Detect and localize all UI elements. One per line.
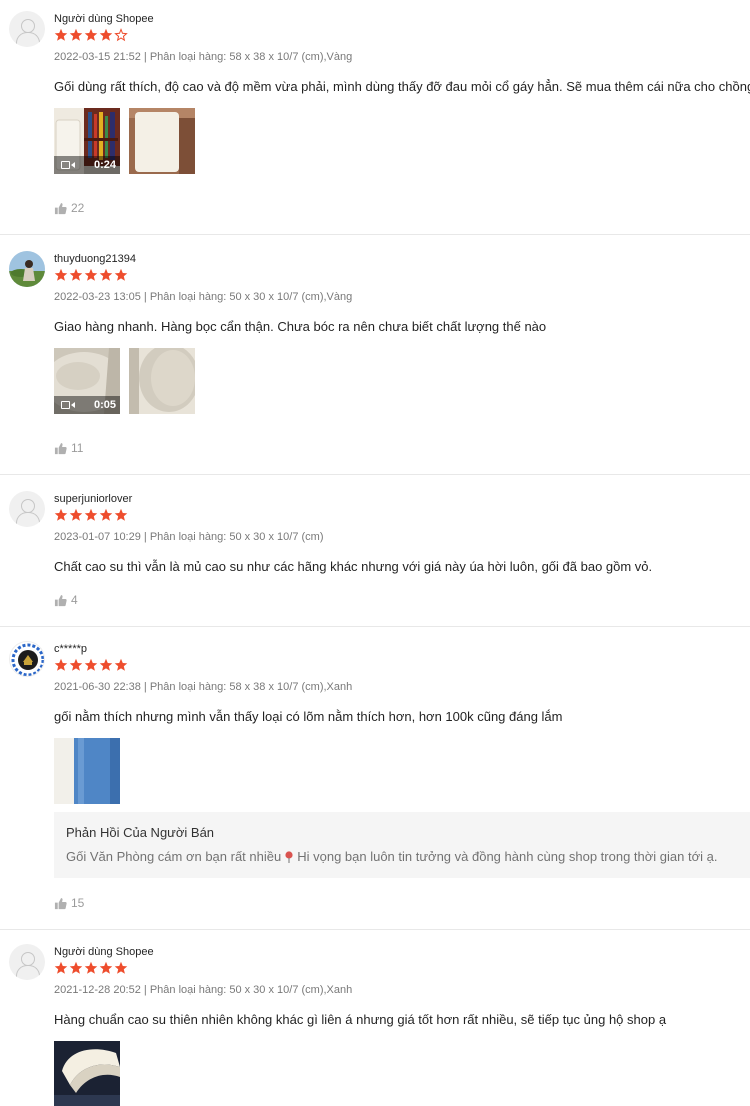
review-item: thuyduong21394 2022-03-23 13:05 | Phân l… (0, 240, 750, 475)
review-meta: 2022-03-23 13:05 | Phân loại hàng: 50 x … (54, 291, 353, 303)
star-filled-icon (114, 508, 128, 522)
like-count: 15 (71, 896, 85, 910)
star-filled-icon (114, 658, 128, 672)
star-filled-icon (69, 268, 83, 282)
video-duration-bar: 0:24 (54, 156, 120, 174)
avatar-image (11, 643, 44, 676)
seller-reply-text: Gối Văn Phòng cám ơn bạn rất nhiều Hi vọn… (66, 849, 738, 864)
star-filled-icon (114, 268, 128, 282)
review-content: Hàng chuẩn cao su thiên nhiên không khác… (54, 1012, 667, 1027)
like-button[interactable]: 4 (54, 593, 78, 607)
star-filled-icon (114, 961, 128, 975)
star-filled-icon (69, 508, 83, 522)
review-username[interactable]: c*****p (54, 643, 87, 655)
thumbs-up-icon (54, 897, 67, 910)
seller-reply-title: Phản Hồi Của Người Bán (66, 825, 215, 840)
star-empty-icon (114, 28, 128, 42)
user-photo-avatar[interactable] (9, 251, 45, 287)
star-filled-icon (69, 961, 83, 975)
video-camera-icon (61, 401, 75, 409)
video-duration: 0:05 (93, 399, 116, 411)
review-meta: 2023-01-07 10:29 | Phân loại hàng: 50 x … (54, 531, 324, 543)
rating-stars (54, 508, 128, 522)
star-filled-icon (99, 658, 113, 672)
star-filled-icon (99, 28, 113, 42)
default-avatar-icon[interactable] (9, 944, 45, 980)
avatar-image (9, 251, 45, 287)
review-content: Gối dùng rất thích, độ cao và độ mềm vừa… (54, 79, 750, 94)
review-content: Giao hàng nhanh. Hàng bọc cẩn thận. Chưa… (54, 319, 547, 334)
review-item: superjuniorlover 2023-01-07 10:29 | Phân… (0, 480, 750, 627)
review-video-thumbnail[interactable]: 0:05 (54, 348, 120, 414)
review-item: Người dùng Shopee 2022-03-15 21:52 | Phâ… (0, 0, 750, 235)
seller-reply: Phản Hồi Của Người Bán Gối Văn Phòng cám… (54, 812, 750, 878)
star-filled-icon (99, 508, 113, 522)
review-meta: 2021-12-28 20:52 | Phân loại hàng: 50 x … (54, 984, 353, 996)
video-camera-icon (61, 161, 75, 169)
review-item: c*****p 2021-06-30 22:38 | Phân loại hàn… (0, 630, 750, 930)
review-username[interactable]: thuyduong21394 (54, 253, 136, 265)
rating-stars (54, 28, 128, 42)
review-image-thumbnail[interactable] (54, 1041, 120, 1106)
rating-stars (54, 268, 128, 282)
review-item: Người dùng Shopee 2021-12-28 20:52 | Phâ… (0, 933, 750, 1106)
pushpin-icon (285, 851, 293, 863)
rating-stars (54, 961, 128, 975)
review-image-thumbnail[interactable] (54, 738, 120, 804)
review-image-thumbnail[interactable] (129, 108, 195, 174)
thumbs-up-icon (54, 594, 67, 607)
like-count: 11 (71, 441, 84, 455)
thumbs-up-icon (54, 442, 67, 455)
like-button[interactable]: 15 (54, 896, 84, 910)
default-avatar-icon[interactable] (9, 491, 45, 527)
review-image (129, 108, 195, 174)
review-username[interactable]: Người dùng Shopee (54, 13, 154, 25)
like-button[interactable]: 11 (54, 441, 83, 455)
star-filled-icon (54, 961, 68, 975)
review-username[interactable]: superjuniorlover (54, 493, 132, 505)
review-username[interactable]: Người dùng Shopee (54, 946, 154, 958)
badge-logo-avatar[interactable] (9, 641, 45, 677)
review-image (54, 738, 120, 804)
review-meta: 2021-06-30 22:38 | Phân loại hàng: 58 x … (54, 681, 353, 693)
review-content: Chất cao su thì vẫn là mủ cao su như các… (54, 559, 653, 574)
star-filled-icon (84, 268, 98, 282)
rating-stars (54, 658, 128, 672)
like-count: 4 (71, 593, 78, 607)
review-video-thumbnail[interactable]: 0:24 (54, 108, 120, 174)
review-meta: 2022-03-15 21:52 | Phân loại hàng: 58 x … (54, 51, 353, 63)
star-filled-icon (69, 28, 83, 42)
review-content: gối nằm thích nhưng mình vẫn thấy loại c… (54, 709, 563, 724)
thumbs-up-icon (54, 202, 67, 215)
star-filled-icon (99, 268, 113, 282)
star-filled-icon (84, 961, 98, 975)
star-filled-icon (54, 268, 68, 282)
seller-reply-text-before: Gối Văn Phòng cám ơn bạn rất nhiều (66, 849, 282, 864)
star-filled-icon (84, 28, 98, 42)
star-filled-icon (54, 658, 68, 672)
star-filled-icon (84, 658, 98, 672)
default-avatar-icon[interactable] (9, 11, 45, 47)
like-button[interactable]: 22 (54, 201, 84, 215)
like-count: 22 (71, 201, 85, 215)
star-filled-icon (54, 28, 68, 42)
seller-reply-text-after: Hi vọng bạn luôn tin tưởng và đồng hành … (297, 849, 718, 864)
video-duration-bar: 0:05 (54, 396, 120, 414)
video-duration: 0:24 (93, 159, 116, 171)
review-image-thumbnail[interactable] (129, 348, 195, 414)
star-filled-icon (54, 508, 68, 522)
star-filled-icon (69, 658, 83, 672)
review-image (54, 1041, 120, 1106)
review-image (129, 348, 195, 414)
star-filled-icon (84, 508, 98, 522)
star-filled-icon (99, 961, 113, 975)
